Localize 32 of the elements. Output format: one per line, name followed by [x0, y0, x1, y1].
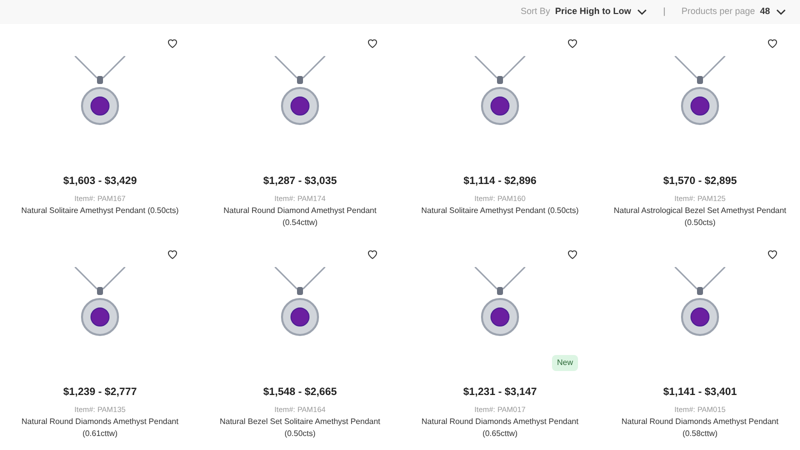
product-price: $1,603 - $3,429 [63, 174, 137, 189]
product-name-link[interactable]: Natural Round Diamond Amethyst Pendant (0.54cttw) [210, 205, 390, 229]
heart-icon[interactable] [567, 249, 578, 259]
product-name-link[interactable]: Natural Round Diamonds Amethyst Pendant (0.65cttw) [410, 416, 590, 440]
product-name-link[interactable]: Natural Round Diamonds Amethyst Pendant (0.61cttw) [10, 416, 190, 440]
sort-dropdown[interactable]: Price High to Low [555, 5, 648, 19]
product-name-link[interactable]: Natural Astrological Bezel Set Amethyst Pendant (0.50cts) [610, 205, 790, 229]
product-price: $1,239 - $2,777 [63, 385, 137, 400]
heart-icon[interactable] [767, 38, 778, 48]
per-page-dropdown[interactable]: 48 [760, 5, 786, 19]
heart-icon[interactable] [767, 249, 778, 259]
product-price: $1,231 - $3,147 [463, 385, 537, 400]
per-page-label: Products per page [681, 5, 755, 18]
chevron-down-icon [637, 9, 648, 15]
separator: | [663, 5, 666, 18]
new-badge: New [552, 355, 578, 371]
product-price: $1,287 - $3,035 [263, 174, 337, 189]
product-price: $1,548 - $2,665 [263, 385, 337, 400]
product-name-link[interactable]: Natural Bezel Set Solitaire Amethyst Pendant (0.50cts) [210, 416, 390, 440]
heart-icon[interactable] [367, 249, 378, 259]
product-name-link[interactable]: Natural Round Diamonds Amethyst Pendant (0.58cttw) [610, 416, 790, 440]
heart-icon[interactable] [167, 38, 178, 48]
chevron-down-icon [776, 9, 786, 15]
product-name-link[interactable]: Natural Solitaire Amethyst Pendant (0.50cts) [10, 205, 190, 217]
product-price: $1,114 - $2,896 [464, 174, 536, 189]
sort-label: Sort By [520, 5, 550, 18]
heart-icon[interactable] [567, 38, 578, 48]
product-name-link[interactable]: Natural Solitaire Amethyst Pendant (0.50cts) [410, 205, 590, 217]
heart-icon[interactable] [367, 38, 378, 48]
heart-icon[interactable] [167, 249, 178, 259]
product-price: $1,141 - $3,401 [663, 385, 737, 400]
product-price: $1,570 - $2,895 [663, 174, 737, 189]
